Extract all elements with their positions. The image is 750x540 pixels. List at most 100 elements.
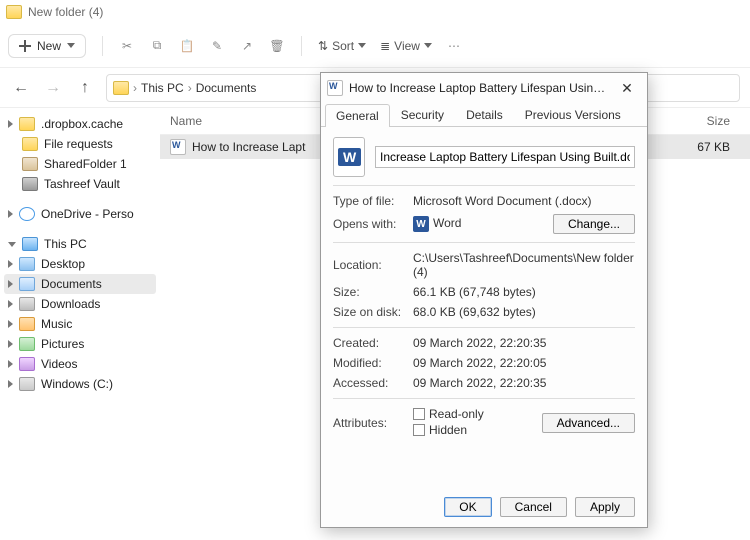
value-disk: 68.0 KB (69,632 bytes): [413, 305, 635, 319]
sidebar-item-desktop[interactable]: Desktop: [4, 254, 156, 274]
sidebar-item-label: Desktop: [41, 257, 85, 271]
hidden-checkbox[interactable]: Hidden: [413, 423, 467, 437]
copy-icon[interactable]: ⧉: [149, 38, 165, 54]
plus-icon: [19, 40, 31, 52]
up-button[interactable]: ↑: [74, 79, 96, 97]
change-button[interactable]: Change...: [553, 214, 635, 234]
value-size: 66.1 KB (67,748 bytes): [413, 285, 635, 299]
cancel-button[interactable]: Cancel: [500, 497, 567, 517]
ok-button[interactable]: OK: [444, 497, 491, 517]
sidebar: .dropbox.cache File requests SharedFolde…: [0, 108, 160, 540]
sidebar-item-music[interactable]: Music: [4, 314, 156, 334]
dialog-title: How to Increase Laptop Battery Lifespan …: [349, 81, 607, 95]
pc-icon: [22, 237, 38, 251]
sidebar-item-downloads[interactable]: Downloads: [4, 294, 156, 314]
sidebar-item-label: Documents: [41, 277, 102, 291]
tab-previous-versions[interactable]: Previous Versions: [514, 103, 632, 126]
downloads-icon: [19, 297, 35, 311]
cut-icon[interactable]: ✂: [119, 38, 135, 54]
readonly-checkbox[interactable]: Read-only: [413, 407, 484, 421]
sidebar-item-label: Downloads: [41, 297, 100, 311]
breadcrumb-item[interactable]: This PC: [141, 81, 184, 95]
folder-icon: [6, 5, 22, 19]
window-title: New folder (4): [28, 5, 103, 19]
word-file-icon: [327, 80, 343, 96]
sidebar-item-videos[interactable]: Videos: [4, 354, 156, 374]
sidebar-item-documents[interactable]: Documents: [4, 274, 156, 294]
sidebar-item-file-requests[interactable]: File requests: [4, 134, 156, 154]
share-icon[interactable]: ↗: [239, 38, 255, 54]
label-created: Created:: [333, 336, 413, 350]
opens-app-name: Word: [433, 216, 461, 230]
sidebar-item-label: SharedFolder 1: [44, 157, 127, 171]
label-location: Location:: [333, 258, 413, 272]
advanced-button[interactable]: Advanced...: [542, 413, 635, 433]
chevron-right-icon: [8, 300, 13, 308]
dialog-body: Type of file: Microsoft Word Document (.…: [321, 127, 647, 487]
view-label: View: [394, 39, 420, 53]
chevron-right-icon: [8, 380, 13, 388]
breadcrumb-item[interactable]: Documents: [196, 81, 257, 95]
vault-icon: [22, 177, 38, 191]
forward-button[interactable]: →: [42, 79, 64, 97]
delete-icon[interactable]: 🗑: [269, 38, 285, 54]
tab-general[interactable]: General: [325, 104, 390, 127]
chevron-right-icon: [8, 340, 13, 348]
word-app-icon: W: [413, 216, 429, 232]
view-button[interactable]: ≣ View: [380, 39, 432, 53]
sidebar-item-this-pc[interactable]: This PC: [4, 234, 156, 254]
sidebar-item-shared-folder[interactable]: SharedFolder 1: [4, 154, 156, 174]
chevron-right-icon: [8, 210, 13, 218]
label-accessed: Accessed:: [333, 376, 413, 390]
sidebar-item-pictures[interactable]: Pictures: [4, 334, 156, 354]
chevron-down-icon: [67, 43, 75, 48]
close-button[interactable]: ✕: [613, 80, 641, 97]
toolbar: New ✂ ⧉ 📋 ✎ ↗ 🗑 ⇅ Sort ≣ View ⋯: [0, 24, 750, 68]
sidebar-item-label: Pictures: [41, 337, 84, 351]
toolbar-separator: [102, 36, 103, 56]
window-titlebar: New folder (4): [0, 0, 750, 24]
sidebar-item-label: Videos: [41, 357, 77, 371]
chevron-right-icon: [8, 120, 13, 128]
tab-details[interactable]: Details: [455, 103, 514, 126]
folder-icon: [19, 117, 35, 131]
breadcrumb-separator: ›: [133, 81, 137, 95]
sort-button[interactable]: ⇅ Sort: [318, 39, 366, 53]
pictures-icon: [19, 337, 35, 351]
breadcrumb-separator: ›: [188, 81, 192, 95]
sidebar-item-label: This PC: [44, 237, 87, 251]
column-size[interactable]: Size: [670, 114, 740, 128]
value-created: 09 March 2022, 22:20:35: [413, 336, 635, 350]
sidebar-item-label: Windows (C:): [41, 377, 113, 391]
label-size: Size:: [333, 285, 413, 299]
music-icon: [19, 317, 35, 331]
toolbar-separator: [301, 36, 302, 56]
sidebar-item-label: .dropbox.cache: [41, 117, 123, 131]
sidebar-item-label: Music: [41, 317, 72, 331]
sidebar-item-label: Tashreef Vault: [44, 177, 120, 191]
folder-icon: [113, 81, 129, 95]
sidebar-item-onedrive[interactable]: OneDrive - Perso: [4, 204, 156, 224]
filename-input[interactable]: [375, 146, 635, 168]
dialog-titlebar: How to Increase Laptop Battery Lifespan …: [321, 73, 647, 103]
rename-icon[interactable]: ✎: [209, 38, 225, 54]
checkbox-icon: [413, 408, 425, 420]
apply-button[interactable]: Apply: [575, 497, 635, 517]
sidebar-item-vault[interactable]: Tashreef Vault: [4, 174, 156, 194]
paste-icon[interactable]: 📋: [179, 38, 195, 54]
folder-icon: [22, 137, 38, 151]
shared-folder-icon: [22, 157, 38, 171]
chevron-down-icon: [358, 43, 366, 48]
readonly-label: Read-only: [429, 407, 484, 421]
chevron-right-icon: [8, 360, 13, 368]
sidebar-item-windows-c[interactable]: Windows (C:): [4, 374, 156, 394]
new-button[interactable]: New: [8, 34, 86, 58]
more-icon[interactable]: ⋯: [446, 38, 462, 54]
tab-security[interactable]: Security: [390, 103, 455, 126]
drive-icon: [19, 377, 35, 391]
sort-icon: ⇅: [318, 39, 328, 53]
sidebar-item-dropbox-cache[interactable]: .dropbox.cache: [4, 114, 156, 134]
back-button[interactable]: ←: [10, 79, 32, 97]
hidden-label: Hidden: [429, 423, 467, 437]
label-opens: Opens with:: [333, 217, 413, 231]
